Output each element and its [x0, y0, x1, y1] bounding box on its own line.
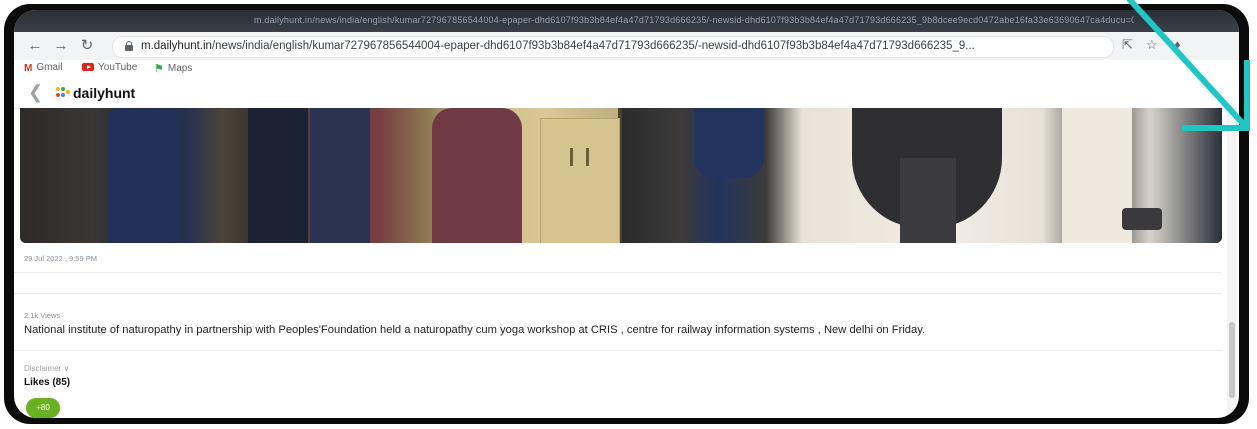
maps-icon: ⚑: [154, 63, 164, 75]
scrollbar-thumb[interactable]: [1229, 322, 1235, 398]
forward-arrow-icon[interactable]: →: [52, 37, 70, 55]
likes-badge[interactable]: +80: [26, 398, 60, 418]
article-photo: [20, 108, 1222, 243]
bookmarks-bar: M Gmail YouTube ⚑ Maps: [14, 60, 1239, 79]
divider: [14, 293, 1222, 294]
site-header: ❮ dailyhunt: [14, 78, 1239, 109]
divider: [14, 350, 1222, 351]
bookmark-label: Gmail: [36, 62, 63, 73]
reload-icon[interactable]: ↻: [78, 37, 96, 55]
divider: [14, 272, 1222, 273]
url-path: /news/india/english/kumar727967856544004…: [211, 40, 975, 52]
bookmark-youtube[interactable]: YouTube: [82, 62, 137, 73]
browser-window: m.dailyhunt.in/news/india/english/kumar7…: [14, 10, 1239, 418]
bookmark-label: YouTube: [98, 62, 138, 73]
star-icon[interactable]: ☆: [1146, 37, 1158, 53]
tab-strip: m.dailyhunt.in/news/india/english/kumar7…: [14, 10, 1239, 32]
back-arrow-icon[interactable]: ←: [26, 37, 44, 55]
tab-title[interactable]: m.dailyhunt.in/news/india/english/kumar7…: [254, 15, 1134, 27]
article-photo-right: [622, 108, 1222, 243]
address-bar[interactable]: m.dailyhunt.in/news/india/english/kumar7…: [112, 36, 1114, 58]
share-icon[interactable]: ⇱: [1122, 37, 1133, 53]
bookmark-maps[interactable]: ⚑ Maps: [154, 62, 192, 75]
logo-mark-icon: [56, 87, 70, 99]
article-date: 29 Jul 2022 , 9:59 PM: [24, 254, 97, 263]
chevron-left-icon[interactable]: ❮: [28, 82, 43, 103]
view-count: 2.1k Views: [24, 311, 61, 320]
youtube-icon: [82, 63, 94, 71]
article-photo-left: [20, 108, 620, 243]
screenshot-frame: m.dailyhunt.in/news/india/english/kumar7…: [4, 4, 1249, 424]
likes-label: Likes (85): [24, 377, 71, 388]
browser-toolbar: ← → ↻ m.dailyhunt.in/news/india/english/…: [14, 32, 1239, 61]
disclaimer-toggle[interactable]: Disclaimer ∨: [24, 364, 69, 373]
url-domain: m.dailyhunt.in: [141, 40, 212, 52]
logo-text: dailyhunt: [73, 85, 136, 101]
bookmark-gmail[interactable]: M Gmail: [24, 62, 62, 74]
lock-icon[interactable]: [125, 41, 133, 51]
dailyhunt-logo[interactable]: dailyhunt: [56, 85, 135, 101]
url-text[interactable]: m.dailyhunt.in/news/india/english/kumar7…: [141, 40, 1061, 52]
bookmark-label: Maps: [167, 63, 193, 74]
extensions-icon[interactable]: ♦: [1174, 37, 1181, 52]
article-caption: National institute of naturopathy in par…: [24, 324, 926, 336]
gmail-icon: M: [24, 63, 33, 74]
